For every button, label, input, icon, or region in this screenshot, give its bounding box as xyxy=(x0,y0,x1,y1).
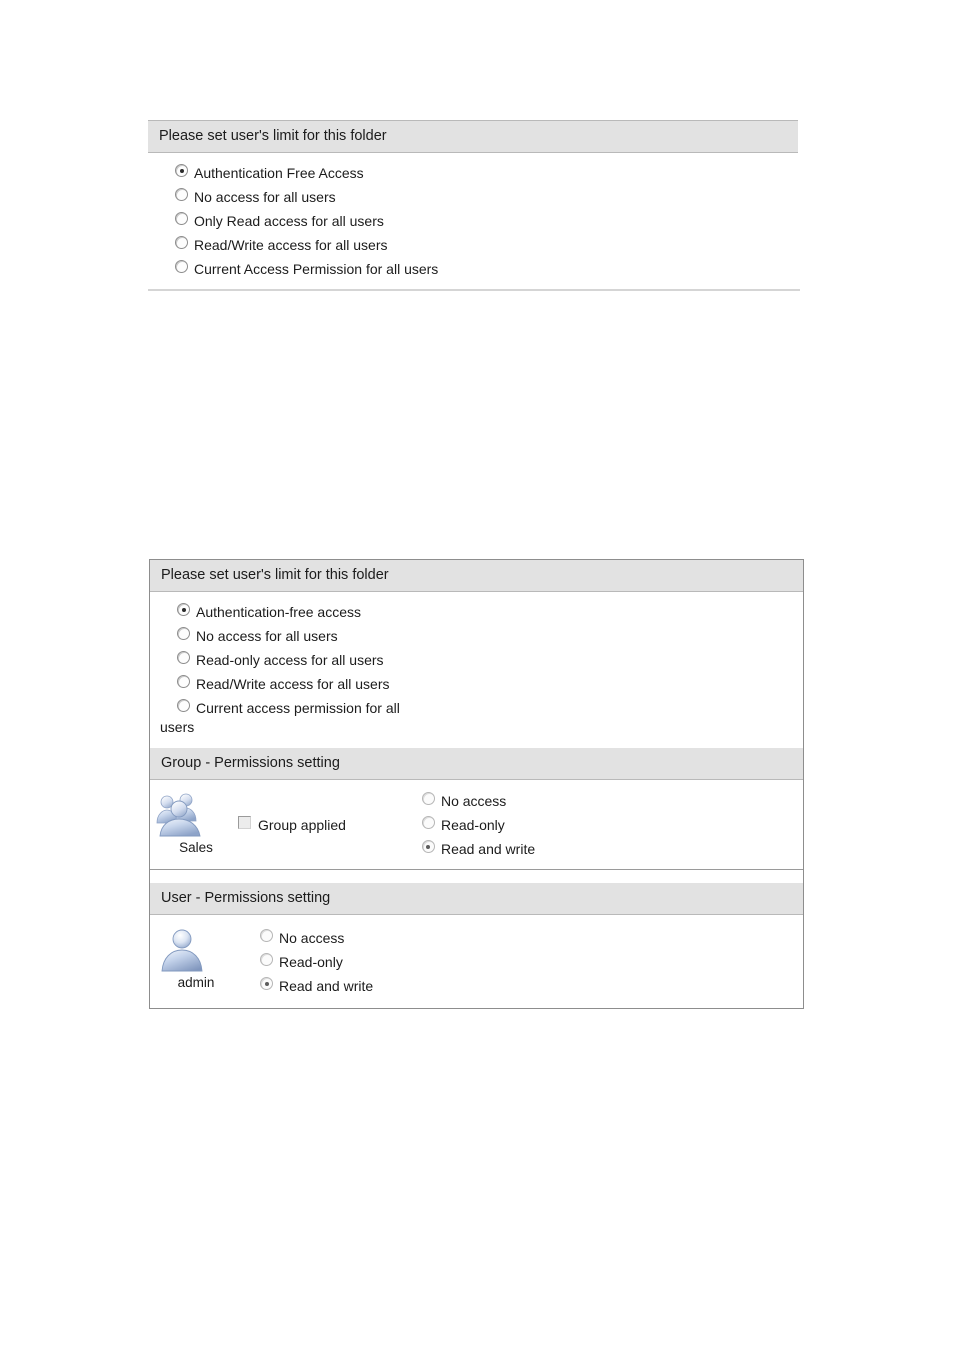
radio-label: No access xyxy=(440,793,507,809)
group-name-label: Sales xyxy=(179,840,213,855)
radio-option-no-access-all-users[interactable]: No access for all users xyxy=(175,188,800,207)
radio-icon[interactable] xyxy=(175,164,188,177)
radio-option-user-read-only[interactable]: Read-only xyxy=(260,953,373,972)
radio-icon[interactable] xyxy=(175,212,188,225)
checkbox-group-applied[interactable]: Group applied xyxy=(238,816,346,835)
radio-icon[interactable] xyxy=(177,651,190,664)
radio-option-authentication-free-access[interactable]: Authentication Free Access xyxy=(175,164,800,183)
radio-icon[interactable] xyxy=(260,977,273,990)
radio-option-no-access-all-users[interactable]: No access for all users xyxy=(177,627,803,646)
permissions-panel-bottom: Please set user's limit for this folder … xyxy=(149,559,804,1009)
user-identity-cell: admin xyxy=(150,927,238,991)
radio-icon[interactable] xyxy=(260,953,273,966)
radio-option-user-no-access[interactable]: No access xyxy=(260,929,373,948)
folder-limit-panel-top: Please set user's limit for this folder … xyxy=(148,120,800,291)
checkbox-label: Group applied xyxy=(258,817,346,833)
radio-label: No access xyxy=(279,930,345,946)
group-applied-cell: Group applied xyxy=(238,792,346,835)
radio-label: Read and write xyxy=(279,978,374,994)
group-permissions-row: Sales Group applied No access Read-only … xyxy=(150,780,803,869)
user-permissions-row: admin No access Read-only Read and write xyxy=(150,915,803,1008)
panel-header-group-permissions: Group - Permissions setting xyxy=(150,748,803,780)
radio-icon[interactable] xyxy=(177,603,190,616)
group-icon xyxy=(154,792,238,838)
user-permission-radios: No access Read-only Read and write xyxy=(260,927,373,996)
radio-option-read-write-access-all-users[interactable]: Read/Write access for all users xyxy=(175,236,800,255)
radio-label: Current access permission for all xyxy=(196,700,400,716)
radio-option-current-access-permission-all-users[interactable]: Current access permission for all xyxy=(177,699,803,718)
panel-header-user-permissions: User - Permissions setting xyxy=(150,883,803,915)
radio-icon[interactable] xyxy=(421,816,435,829)
folder-limit-options-bottom: Authentication-free access No access for… xyxy=(150,592,803,748)
radio-label: No access for all users xyxy=(194,189,336,205)
folder-limit-options-top: Authentication Free Access No access for… xyxy=(148,153,800,291)
radio-label: Read-only access for all users xyxy=(196,652,384,668)
radio-icon[interactable] xyxy=(177,627,190,640)
group-identity-cell: Sales xyxy=(150,792,238,856)
radio-option-group-read-only[interactable]: Read-only xyxy=(421,816,535,835)
radio-label-wrapped-tail: users xyxy=(160,719,195,735)
radio-option-group-read-and-write[interactable]: Read and write xyxy=(421,840,536,859)
radio-icon[interactable] xyxy=(175,236,188,249)
radio-icon[interactable] xyxy=(177,699,190,712)
radio-option-read-only-access-all-users[interactable]: Read-only access for all users xyxy=(177,651,803,670)
radio-label: Authentication-free access xyxy=(196,604,361,620)
radio-icon[interactable] xyxy=(421,792,435,805)
radio-option-current-access-permission-all-users[interactable]: Current Access Permission for all users xyxy=(175,260,800,279)
radio-label: Read and write xyxy=(440,841,536,857)
panel-header-folder-limit-top: Please set user's limit for this folder xyxy=(148,120,798,153)
radio-option-read-write-access-all-users[interactable]: Read/Write access for all users xyxy=(177,675,803,694)
radio-icon[interactable] xyxy=(177,675,190,688)
radio-icon[interactable] xyxy=(175,260,188,273)
group-permission-radios: No access Read-only Read and write xyxy=(421,792,536,859)
radio-label: Only Read access for all users xyxy=(194,213,384,229)
radio-option-group-no-access[interactable]: No access xyxy=(421,792,535,811)
radio-option-user-read-and-write[interactable]: Read and write xyxy=(260,977,373,996)
radio-option-only-read-access-all-users[interactable]: Only Read access for all users xyxy=(175,212,800,231)
radio-label: No access for all users xyxy=(196,628,338,644)
radio-option-authentication-free-access[interactable]: Authentication-free access xyxy=(177,603,803,622)
user-name-label: admin xyxy=(177,975,215,990)
radio-label: Current Access Permission for all users xyxy=(194,261,439,277)
radio-icon[interactable] xyxy=(175,188,188,201)
panel-header-folder-limit-bottom: Please set user's limit for this folder xyxy=(150,560,803,592)
radio-icon[interactable] xyxy=(421,840,435,853)
section-spacer xyxy=(150,870,803,883)
checkbox-icon[interactable] xyxy=(238,816,251,829)
radio-label: Read-only xyxy=(279,954,343,970)
radio-label: Authentication Free Access xyxy=(194,165,364,181)
radio-label: Read-only xyxy=(440,817,505,833)
radio-icon[interactable] xyxy=(260,929,273,942)
radio-label: Read/Write access for all users xyxy=(196,676,390,692)
user-icon xyxy=(154,927,238,973)
radio-label: Read/Write access for all users xyxy=(194,237,388,253)
